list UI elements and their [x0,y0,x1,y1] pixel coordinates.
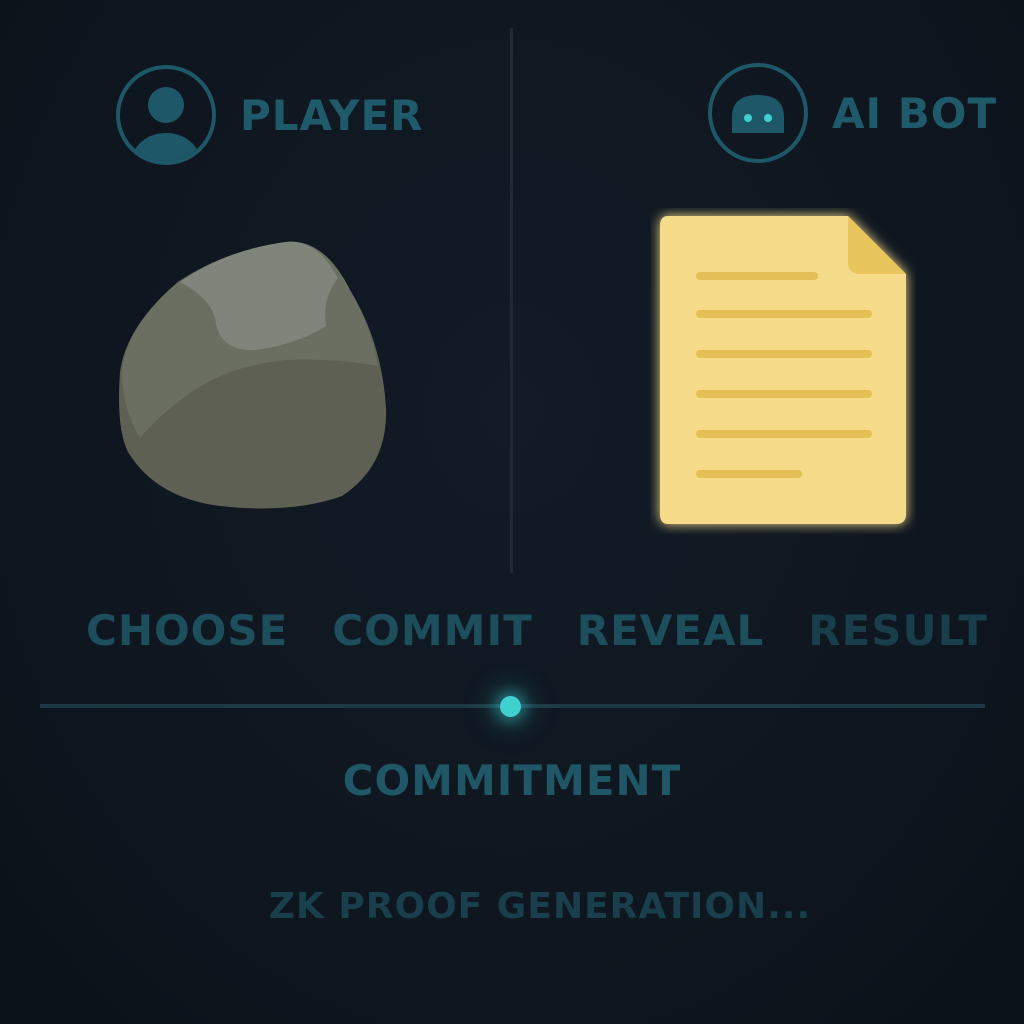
step-choose: CHOOSE [86,605,289,655]
robot-icon [732,95,784,133]
status-text: ZK PROOF GENERATION... [268,886,812,927]
step-result: RESULT [808,605,989,655]
paper-icon[interactable] [650,208,916,534]
bot-header: AI BOT [708,63,997,163]
user-icon [132,87,200,161]
center-divider [510,28,513,573]
bot-avatar [708,63,808,163]
player-label: PLAYER [240,90,424,140]
step-reveal: REVEAL [576,605,765,655]
player-avatar [116,65,216,165]
current-stage-label: COMMITMENT [342,756,682,805]
rock-icon[interactable] [116,238,388,514]
player-header: PLAYER [116,65,423,165]
step-indicator: CHOOSE COMMIT REVEAL RESULT [86,602,989,658]
bot-label: AI BOT [832,88,998,138]
progress-marker [500,696,521,717]
step-commit: COMMIT [332,605,533,655]
